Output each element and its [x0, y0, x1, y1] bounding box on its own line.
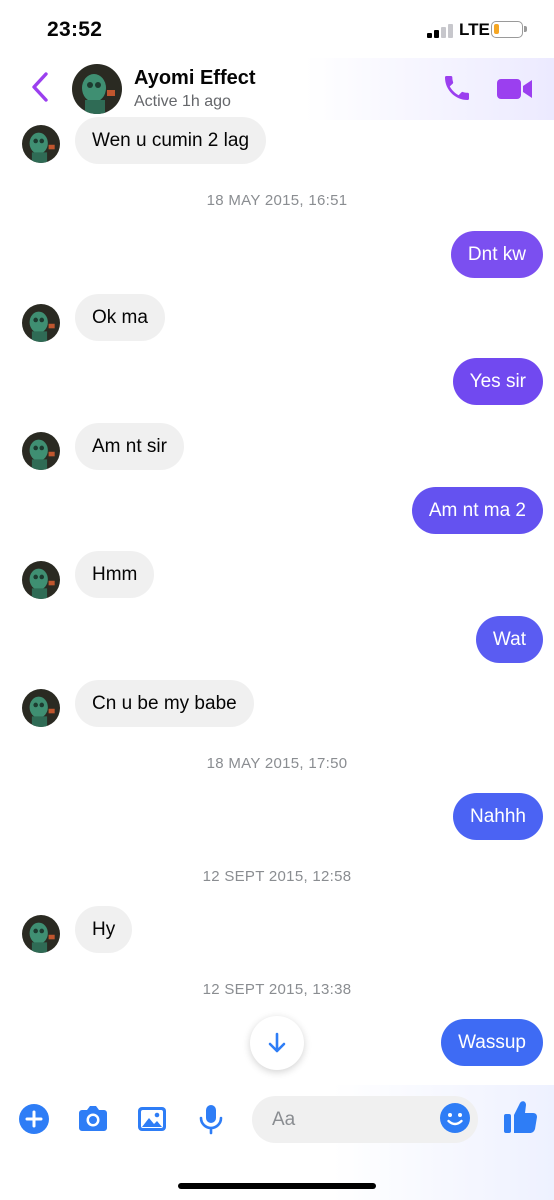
message-incoming[interactable]: Cn u be my babe [75, 680, 254, 727]
sender-avatar[interactable] [22, 915, 60, 953]
thumbs-up-icon[interactable] [502, 1098, 538, 1136]
status-bar: 23:52 LTE [0, 0, 554, 58]
video-camera-icon[interactable] [496, 75, 534, 103]
arrow-down-icon [268, 1032, 286, 1053]
battery-icon [491, 21, 527, 38]
message-timestamp: 12 SEPT 2015, 13:38 [202, 981, 352, 998]
network-label: LTE [459, 20, 490, 39]
conversation-header: Ayomi Effect Active 1h ago [0, 58, 554, 120]
sender-avatar[interactable] [22, 432, 60, 470]
message-incoming[interactable]: Hy [75, 906, 133, 953]
message-outgoing[interactable]: Yes sir [452, 358, 543, 405]
image-icon[interactable] [135, 1102, 169, 1136]
contact-avatar[interactable] [72, 64, 122, 114]
message-incoming[interactable]: Wen u cumin 2 lag [75, 117, 267, 164]
composer-bar [0, 1085, 554, 1200]
message-outgoing[interactable]: Wassup [441, 1019, 543, 1066]
message-outgoing[interactable]: Nahhh [453, 793, 543, 840]
message-timestamp: 18 MAY 2015, 17:50 [206, 755, 348, 772]
message-outgoing[interactable]: Dnt kw [450, 231, 543, 278]
sender-avatar[interactable] [22, 561, 60, 599]
message-outgoing[interactable]: Wat [475, 616, 543, 663]
status-time: 23:52 [47, 18, 103, 41]
active-status: Active 1h ago [134, 93, 231, 110]
message-timestamp: 18 MAY 2015, 16:51 [206, 192, 348, 209]
sender-avatar[interactable] [22, 689, 60, 727]
message-outgoing[interactable]: Am nt ma 2 [411, 487, 543, 534]
sender-avatar[interactable] [22, 125, 60, 163]
camera-icon[interactable] [76, 1102, 110, 1136]
microphone-icon[interactable] [194, 1102, 228, 1136]
home-indicator [178, 1183, 376, 1189]
plus-circle-icon[interactable] [17, 1102, 51, 1136]
phone-icon[interactable] [441, 72, 473, 104]
message-incoming[interactable]: Ok ma [75, 294, 165, 341]
smiley-icon[interactable] [439, 1102, 471, 1134]
scroll-to-bottom-button[interactable] [250, 1016, 304, 1070]
message-incoming[interactable]: Am nt sir [75, 423, 184, 470]
message-timestamp: 12 SEPT 2015, 12:58 [202, 868, 352, 885]
contact-name[interactable]: Ayomi Effect [134, 67, 256, 90]
chevron-left-icon[interactable] [28, 70, 54, 104]
message-incoming[interactable]: Hmm [75, 551, 155, 598]
sender-avatar[interactable] [22, 304, 60, 342]
signal-icon [427, 24, 453, 38]
